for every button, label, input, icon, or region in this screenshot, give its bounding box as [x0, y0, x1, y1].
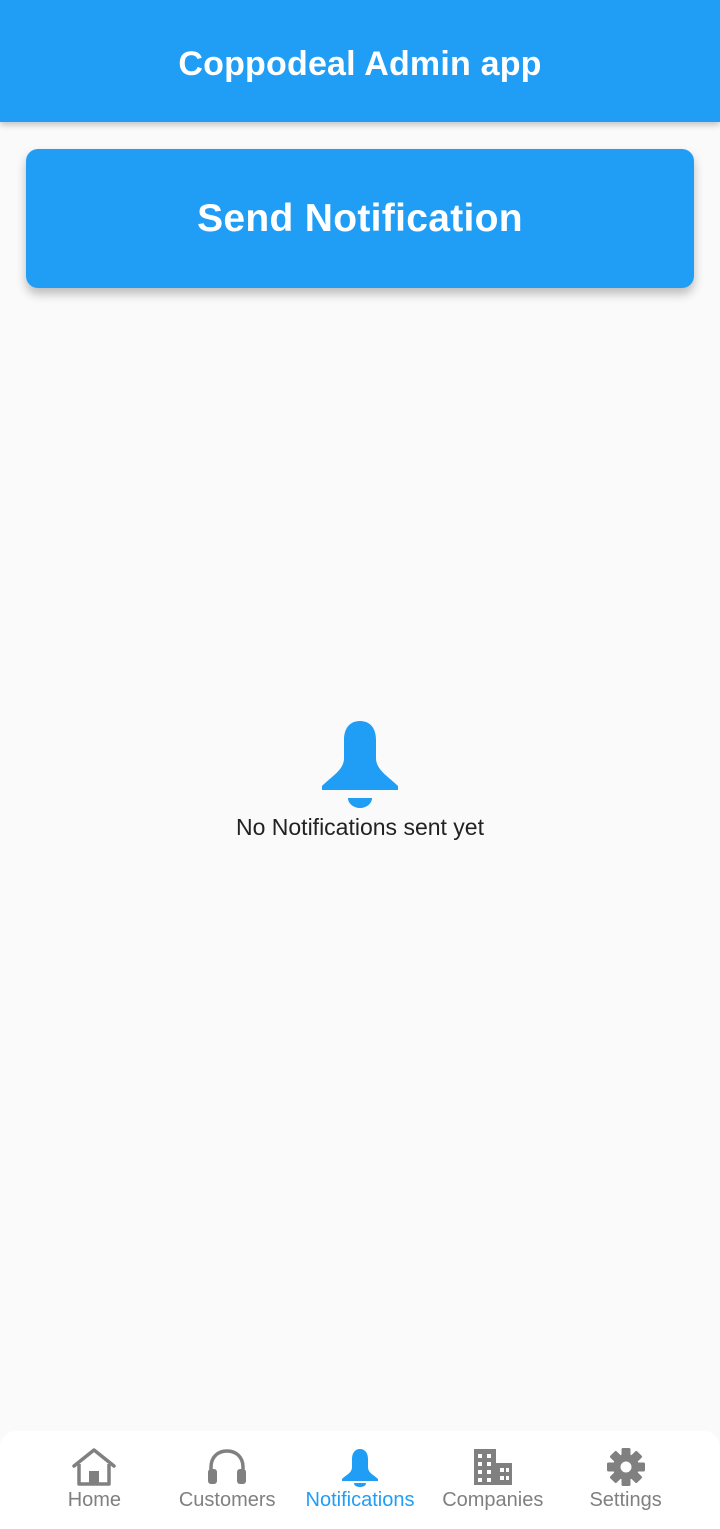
- nav-item-customers[interactable]: Customers: [162, 1431, 292, 1529]
- nav-label-home: Home: [67, 1489, 122, 1511]
- nav-label-notifications: Notifications: [305, 1489, 415, 1511]
- bell-icon: [320, 718, 400, 810]
- nav-item-notifications[interactable]: Notifications: [295, 1431, 425, 1529]
- gear-icon: [606, 1447, 646, 1487]
- nav-item-home[interactable]: Home: [29, 1431, 159, 1529]
- app-screen: Coppodeal Admin app Send Notification No…: [0, 0, 720, 1529]
- nav-item-companies[interactable]: Companies: [428, 1431, 558, 1529]
- empty-state: No Notifications sent yet: [0, 718, 720, 841]
- nav-label-customers: Customers: [178, 1489, 276, 1511]
- app-bar: Coppodeal Admin app: [0, 0, 720, 122]
- bottom-navigation: Home Customers Notifications Companies S…: [0, 1431, 720, 1529]
- send-notification-label: Send Notification: [197, 196, 523, 240]
- home-icon: [71, 1447, 117, 1487]
- bell-icon: [340, 1447, 380, 1487]
- send-notification-button[interactable]: Send Notification: [26, 149, 694, 288]
- nav-label-companies: Companies: [442, 1489, 544, 1511]
- building-icon: [472, 1447, 514, 1487]
- headset-icon: [205, 1447, 249, 1487]
- empty-message: No Notifications sent yet: [235, 814, 484, 840]
- nav-label-settings: Settings: [589, 1489, 662, 1511]
- nav-item-settings[interactable]: Settings: [561, 1431, 691, 1529]
- app-title: Coppodeal Admin app: [178, 44, 542, 83]
